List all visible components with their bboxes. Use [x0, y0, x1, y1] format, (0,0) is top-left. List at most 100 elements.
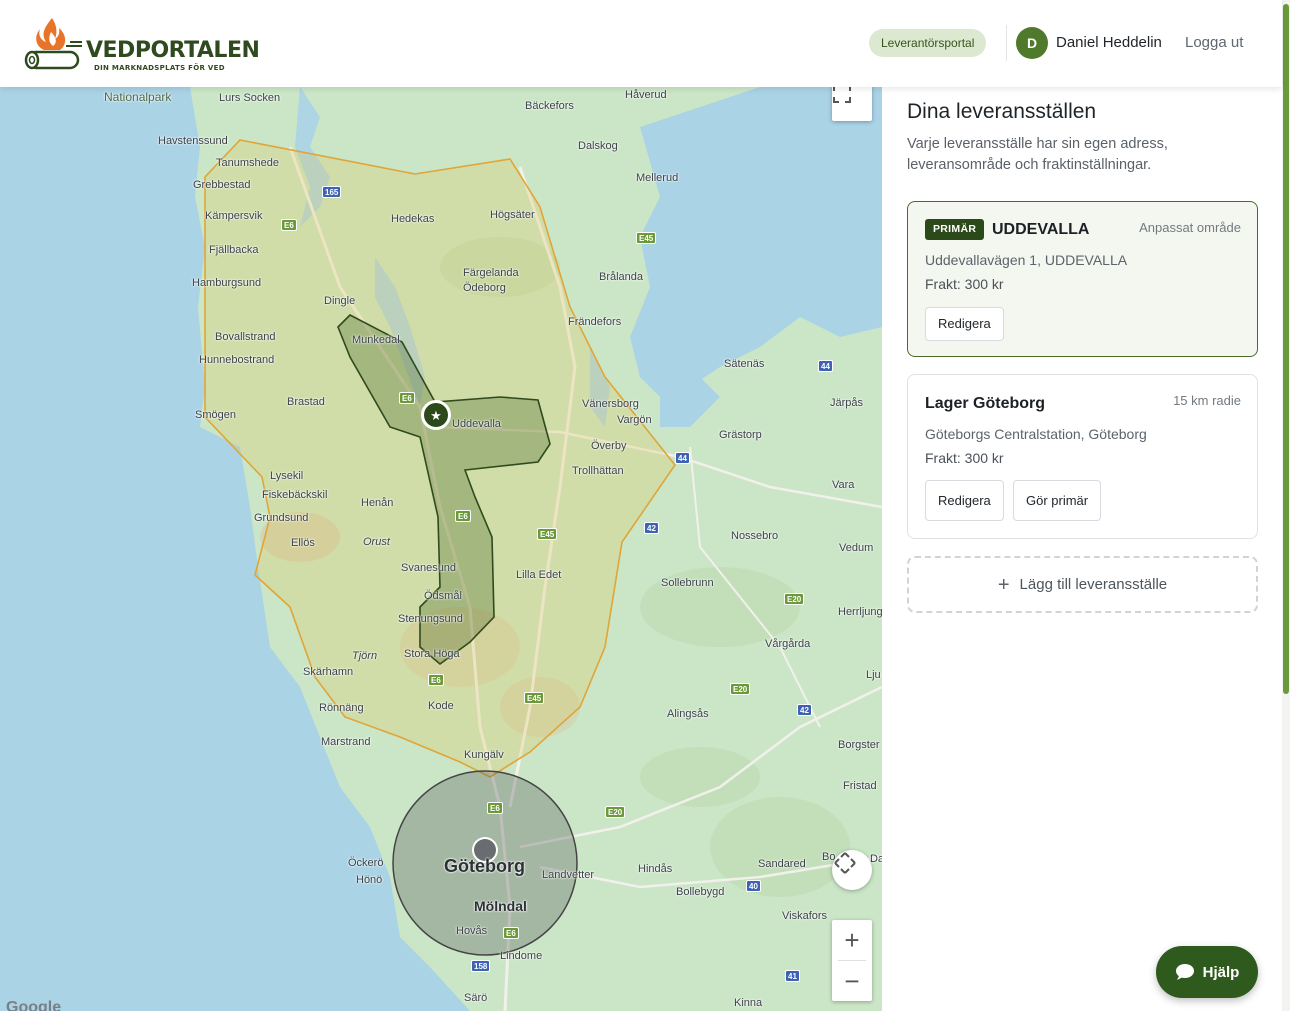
map-label-haverud: Håverud — [625, 89, 667, 101]
map-label-nationalpark: Nationalpark — [104, 90, 172, 104]
map-label-odsmal: Ödsmål — [424, 590, 462, 602]
map-label-kampersvik: Kämpersvik — [205, 210, 263, 222]
road-shield: E45 — [524, 692, 545, 704]
map-label-bollebygd: Bollebygd — [676, 886, 725, 898]
map-label-havstenssund: Havstenssund — [158, 135, 228, 147]
road-shield: 44 — [818, 360, 833, 372]
zoom-in-button[interactable]: + — [832, 920, 872, 960]
chat-bubble-icon — [1175, 964, 1194, 980]
map-label-uddevalla: Uddevalla — [452, 418, 501, 430]
map-label-mellerud: Mellerud — [636, 172, 679, 184]
map-label-svanesund: Svanesund — [401, 562, 457, 574]
map-label-dingle: Dingle — [324, 295, 356, 307]
logo-subtitle: DIN MARKNADSPLATS FÖR VED — [94, 64, 225, 72]
road-shield: 41 — [785, 970, 800, 982]
panel-description: Varje leveransställe har sin egen adress… — [907, 136, 1168, 173]
map-label-tjorn: Tjörn — [352, 650, 378, 662]
add-location-button[interactable]: + Lägg till leveransställe — [907, 556, 1258, 613]
supplier-portal-badge[interactable]: Leverantörsportal — [869, 29, 987, 57]
map-label-stora-hoga: Stora Höga — [404, 648, 460, 660]
vedportalen-logo[interactable]: VEDPORTALEN DIN MARKNADSPLATS FÖR VED — [22, 14, 260, 76]
map-label-da: Da — [870, 853, 882, 865]
map-label-alingsas: Alingsås — [667, 708, 709, 720]
map-label-fristad: Fristad — [843, 780, 877, 792]
help-button[interactable]: Hjälp — [1156, 946, 1258, 998]
fullscreen-button[interactable] — [832, 87, 872, 121]
map-label-ockero: Öckerö — [348, 857, 384, 869]
page-scrollbar-thumb[interactable] — [1283, 4, 1289, 694]
road-shield: 165 — [322, 186, 342, 198]
fullscreen-icon — [833, 87, 851, 103]
google-attribution: Google — [6, 999, 62, 1011]
map-label-nossebro: Nossebro — [731, 530, 779, 542]
map-label-hunnebostrand: Hunnebostrand — [199, 354, 275, 366]
road-shield: E20 — [730, 683, 751, 695]
edit-button[interactable]: Redigera — [925, 307, 1004, 341]
area-type-tag: Anpassat område — [1139, 220, 1241, 235]
edit-button[interactable]: Redigera — [925, 480, 1004, 521]
map-label-grundsund: Grundsund — [254, 512, 309, 524]
map-label-kinna: Kinna — [734, 997, 763, 1009]
map-label-ronnang: Rönnäng — [319, 702, 364, 714]
pan-control-button[interactable] — [832, 850, 872, 890]
location-card-goteborg[interactable]: Lager Göteborg 15 km radie Göteborgs Cen… — [907, 374, 1258, 539]
road-shield: 158 — [471, 960, 491, 972]
map-label-landvetter: Landvetter — [542, 869, 594, 881]
map-label-brastad: Brastad — [287, 396, 325, 408]
road-shield: E6 — [503, 927, 519, 939]
logout-link[interactable]: Logga ut — [1185, 34, 1243, 51]
map-label-smogen: Smögen — [195, 409, 236, 421]
map-label-ellos: Ellös — [291, 537, 315, 549]
road-shield: E20 — [784, 593, 805, 605]
location-address: Uddevallavägen 1, UDDEVALLA — [925, 252, 1128, 268]
road-shield: 40 — [746, 880, 761, 892]
map-label-tanumshede: Tanumshede — [216, 157, 279, 169]
map-label-borgstena: Borgster — [838, 739, 880, 751]
road-shield: 42 — [797, 704, 812, 716]
road-shield: 44 — [675, 452, 690, 464]
map-label-vargon: Vargön — [617, 414, 652, 426]
map-label-ljung: Lju — [866, 669, 881, 681]
zoom-out-button[interactable]: − — [832, 961, 872, 1001]
map-label-satenas: Sätenäs — [724, 358, 765, 370]
map-label-sandared: Sandared — [758, 858, 806, 870]
user-avatar[interactable]: D — [1016, 27, 1048, 59]
map-label-bovallstrand: Bovallstrand — [215, 331, 276, 343]
map-label-vargarda: Vårgårda — [765, 638, 811, 650]
map-label-molndal: Mölndal — [474, 898, 527, 914]
map-label-saro: Särö — [464, 992, 488, 1004]
map-label-viskafors: Viskafors — [782, 910, 828, 922]
map-label-sollebrunn: Sollebrunn — [661, 577, 714, 589]
location-address: Göteborgs Centralstation, Göteborg — [925, 426, 1147, 442]
map-label-vanersborg: Vänersborg — [582, 398, 639, 410]
map-label-overby: Överby — [591, 440, 627, 452]
map-label-goteborg: Göteborg — [444, 856, 525, 876]
road-shield: 42 — [644, 522, 659, 534]
map-label-hono: Hönö — [356, 874, 383, 886]
svg-text:★: ★ — [430, 409, 442, 424]
panel-title: Dina leveransställen — [907, 100, 1097, 123]
primary-badge: PRIMÄR — [925, 219, 985, 240]
road-shield: E6 — [487, 802, 503, 814]
help-label: Hjälp — [1202, 963, 1240, 981]
location-name: Lager Göteborg — [925, 395, 1046, 412]
make-primary-button[interactable]: Gör primär — [1013, 480, 1102, 521]
map-label-dalskog: Dalskog — [578, 140, 618, 152]
map-label-stenungsund: Stenungsund — [398, 613, 463, 625]
user-name[interactable]: Daniel Heddelin — [1056, 34, 1162, 51]
road-shield: E6 — [428, 674, 444, 686]
map-label-frandefors: Frändefors — [568, 316, 622, 328]
map-label-skarhamn: Skärhamn — [303, 666, 354, 678]
road-shield: E6 — [281, 219, 297, 231]
road-shield: E45 — [636, 232, 657, 244]
map-label-odeborg: Ödeborg — [463, 282, 506, 294]
map-canvas[interactable]: ★ — [0, 87, 882, 1011]
delivery-area-map[interactable]: ★ Nationalpark Lurs Socken Havstenssund … — [0, 87, 882, 1011]
map-label-fargelanda: Färgelanda — [463, 267, 519, 279]
location-name: UDDEVALLA — [992, 221, 1090, 238]
map-label-lysekil: Lysekil — [270, 470, 304, 482]
add-location-label: Lägg till leveransställe — [1019, 576, 1168, 593]
location-card-uddevalla[interactable]: PRIMÄR UDDEVALLA Anpassat område Uddeval… — [907, 201, 1258, 357]
map-label-lindome: Lindome — [500, 950, 543, 962]
map-label-orust: Orust — [363, 536, 390, 548]
